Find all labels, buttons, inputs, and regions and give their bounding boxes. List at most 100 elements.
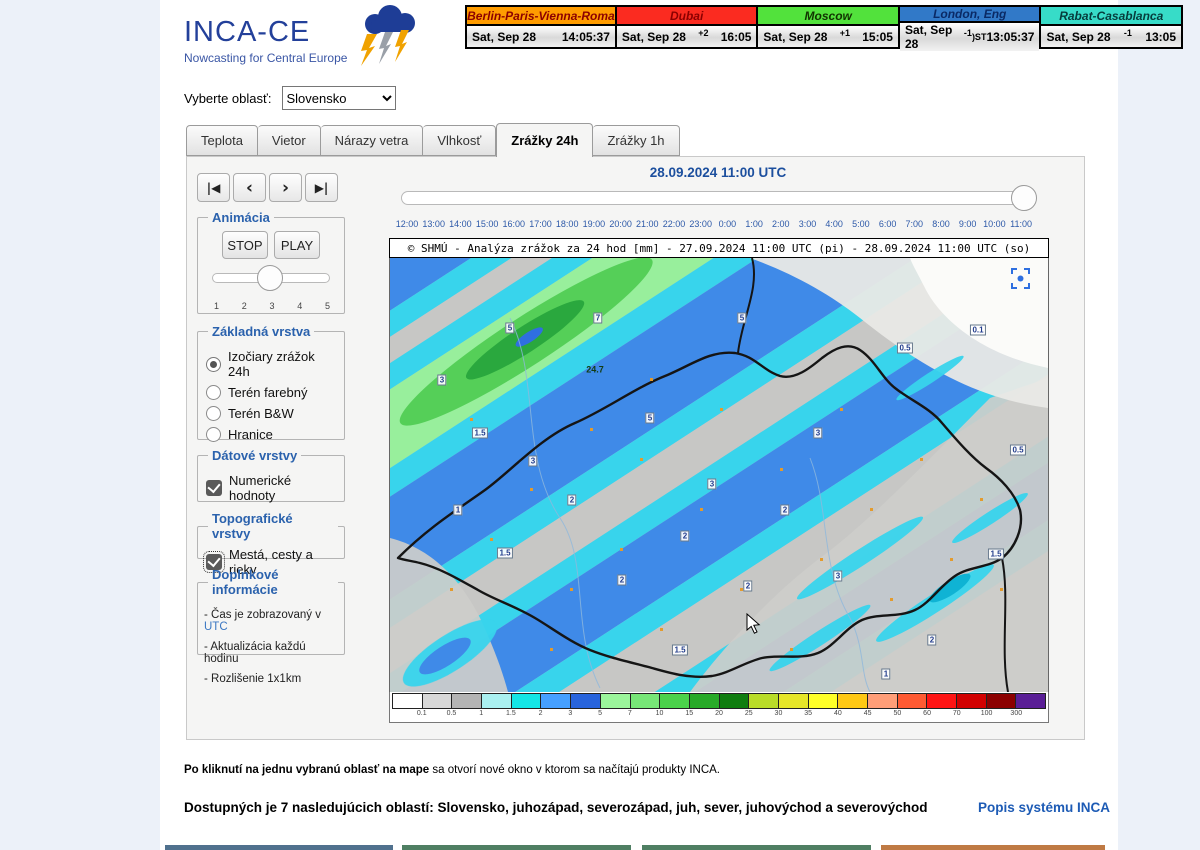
- timeline-slider-handle[interactable]: [1011, 185, 1037, 211]
- checkbox-numericke-hodnoty[interactable]: [206, 480, 222, 496]
- info-line-3: - Rozlišenie 1x1km: [204, 673, 338, 685]
- precipitation-map[interactable]: 3524.71.5311.52273221.52330.50.10.51.521…: [389, 258, 1049, 692]
- timeline-tick: 18:00: [556, 219, 579, 229]
- animation-panel: Animácia STOP PLAY 12345: [197, 210, 345, 314]
- map-value-label: 7: [593, 313, 602, 324]
- map-value-label: 0.5: [1010, 445, 1026, 456]
- radio-teren-farebny[interactable]: [206, 385, 221, 400]
- timeline-tick: 15:00: [476, 219, 499, 229]
- timeline-tick: 5:00: [852, 219, 870, 229]
- storm-cloud-icon: [345, 2, 425, 73]
- stop-button[interactable]: STOP: [222, 231, 268, 259]
- popis-systemu-inca-link[interactable]: Popis systému INCA: [978, 800, 1110, 815]
- map-value-label: 2: [780, 505, 789, 516]
- legend-cell: [957, 694, 987, 708]
- legend-cell: [927, 694, 957, 708]
- map-value-label: 1.5: [672, 645, 688, 656]
- next-step-button[interactable]: ›: [269, 173, 302, 202]
- timeline-tick: 22:00: [663, 219, 686, 229]
- timeline-slider[interactable]: [401, 191, 1035, 205]
- utc-link[interactable]: UTC: [204, 621, 228, 633]
- legend-label: 0.1: [417, 710, 427, 717]
- legend-cell: [1016, 694, 1045, 708]
- tab-content-panel: |◀ ‹ › ▶| 28.09.2024 11:00 UTC 12:0013:0…: [186, 156, 1085, 740]
- clock-offset: -1: [1124, 28, 1132, 38]
- bottom-panel-edge-2: [402, 845, 631, 850]
- map-value-label: 5: [505, 323, 514, 334]
- legend-label: 3: [568, 710, 572, 717]
- legend-cell: [749, 694, 779, 708]
- legend-cell: [452, 694, 482, 708]
- timeline-tick: 2:00: [772, 219, 790, 229]
- tab-teplota[interactable]: Teplota: [186, 125, 258, 156]
- world-clock-table: Berlin-Paris-Vienna-Roma Sat, Sep 28 14:…: [465, 5, 1183, 49]
- map-legend: 0.10.511.5235710152025303540455060701003…: [389, 692, 1049, 723]
- current-time-label: 28.09.2024 11:00 UTC: [401, 165, 1035, 180]
- clock-date: Sat, Sep 28: [622, 30, 686, 44]
- footer-note-rest: sa otvorí nové okno v ktorom sa načítajú…: [429, 764, 720, 776]
- radio-hranice[interactable]: [206, 427, 221, 442]
- speed-scale-label: 3: [269, 301, 274, 311]
- legend-label: 35: [804, 710, 812, 717]
- clock-city-name: Dubai: [617, 7, 757, 26]
- timeline-tick: 12:00: [396, 219, 419, 229]
- tab-vlhkost[interactable]: Vlhkosť: [423, 125, 496, 156]
- clock-dst: )ST: [972, 32, 987, 42]
- region-select[interactable]: Slovensko: [282, 86, 396, 110]
- timeline-tick: 3:00: [799, 219, 817, 229]
- radio-teren-bw[interactable]: [206, 406, 221, 421]
- play-button[interactable]: PLAY: [274, 231, 320, 259]
- legend-cell: [838, 694, 868, 708]
- last-step-button[interactable]: ▶|: [305, 173, 338, 202]
- tab-vietor[interactable]: Vietor: [258, 125, 321, 156]
- legend-label: 25: [745, 710, 753, 717]
- speed-scale-label: 2: [242, 301, 247, 311]
- previous-step-button[interactable]: ‹: [233, 173, 266, 202]
- topo-layers-panel: Topografické vrstvy Mestá, cesty a rieky: [197, 511, 345, 559]
- clock-date: Sat, Sep 28: [1046, 30, 1110, 44]
- map-title: © SHMÚ - Analýza zrážok za 24 hod [mm] -…: [389, 238, 1049, 258]
- map-container: © SHMÚ - Analýza zrážok za 24 hod [mm] -…: [389, 238, 1049, 723]
- clock-date: Sat, Sep 28: [763, 30, 827, 44]
- legend-cell: [987, 694, 1017, 708]
- tab-zrazky-24h[interactable]: Zrážky 24h: [496, 123, 593, 157]
- precipitation-map-graphic: [390, 258, 1048, 692]
- first-step-button[interactable]: |◀: [197, 173, 230, 202]
- timeline-tick: 17:00: [529, 219, 552, 229]
- legend-cell: [868, 694, 898, 708]
- legend-label: 70: [953, 710, 961, 717]
- map-value-label: 2: [927, 635, 936, 646]
- map-value-label: 3: [437, 375, 446, 386]
- map-value-label: 1.5: [472, 428, 488, 439]
- legend-label: 5: [598, 710, 602, 717]
- product-tabs: Teplota Vietor Nárazy vetra Vlhkosť Zráž…: [186, 123, 680, 156]
- radio-izociary-zrazok-24h[interactable]: [206, 357, 221, 372]
- legend-label: 40: [834, 710, 842, 717]
- checkbox-label: Numerické hodnoty: [229, 473, 338, 503]
- animation-speed-scale: 12345: [214, 301, 330, 311]
- legend-value-labels: 0.10.511.5235710152025303540455060701003…: [392, 709, 1046, 722]
- legend-label: 0.5: [447, 710, 457, 717]
- animation-speed-handle[interactable]: [257, 265, 283, 291]
- info-panel: Doplnkové informácie - Čas je zobrazovan…: [197, 567, 345, 655]
- map-value-label: 0.5: [897, 343, 913, 354]
- legend-label: 45: [864, 710, 872, 717]
- timeline-tick: 8:00: [932, 219, 950, 229]
- timeline-tick: 21:00: [636, 219, 659, 229]
- legend-cell: [601, 694, 631, 708]
- legend-label: 1.5: [506, 710, 516, 717]
- legend-cell: [809, 694, 839, 708]
- animation-speed-slider[interactable]: [212, 273, 330, 283]
- legend-cell: [690, 694, 720, 708]
- tab-zrazky-1h[interactable]: Zrážky 1h: [593, 125, 679, 156]
- clock-column: Moscow Sat, Sep 28 +1 15:05: [758, 7, 900, 47]
- radio-label: Terén B&W: [228, 406, 294, 421]
- radio-label: Terén farebný: [228, 385, 308, 400]
- clock-date: Sat, Sep 28: [905, 23, 964, 51]
- legend-label: 2: [539, 710, 543, 717]
- tab-narazy-vetra[interactable]: Nárazy vetra: [321, 125, 424, 156]
- clock-column: Rabat-Casablanca Sat, Sep 28 -1 13:05: [1041, 7, 1181, 47]
- clock-column: Berlin-Paris-Vienna-Roma Sat, Sep 28 14:…: [467, 7, 617, 47]
- timeline-tick: 4:00: [825, 219, 843, 229]
- legend-label: 15: [685, 710, 693, 717]
